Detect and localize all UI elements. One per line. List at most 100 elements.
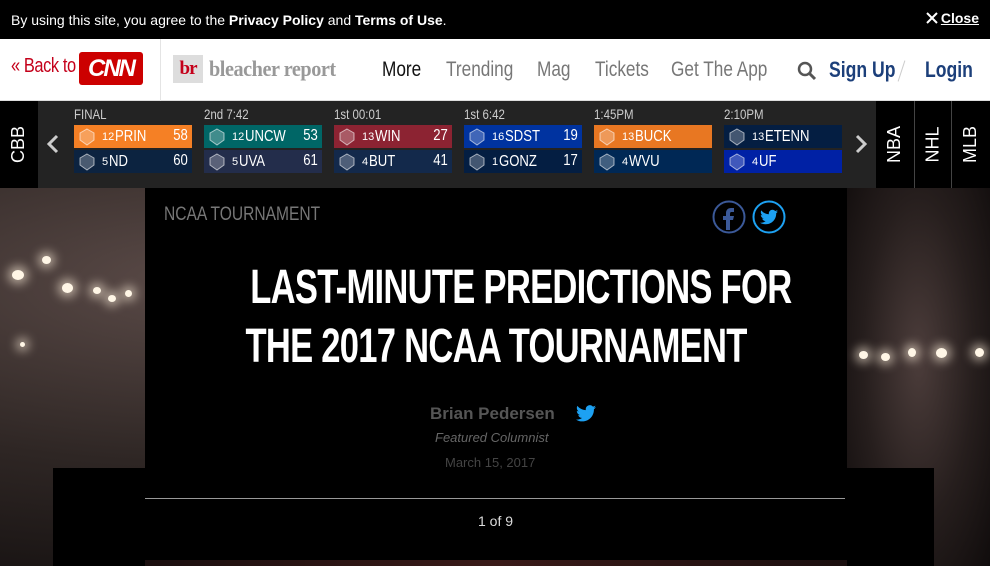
nav-more[interactable]: More xyxy=(382,58,421,82)
search-icon[interactable] xyxy=(797,61,817,81)
team-logo-icon xyxy=(207,127,227,147)
chevron-left-icon[interactable] xyxy=(45,134,61,154)
team-logo-icon xyxy=(207,152,227,172)
cookie-banner: By using this site, you agree to the Pri… xyxy=(0,0,990,39)
nav-get-the-app[interactable]: Get The App xyxy=(671,58,767,82)
score-card[interactable]: 2:10PM 13 ETENN 4 UF xyxy=(724,104,842,175)
team-logo-icon xyxy=(77,152,97,172)
slide-counter: 1 of 9 xyxy=(478,513,514,529)
stadium-light xyxy=(62,283,73,293)
cookie-close-button[interactable]: Close xyxy=(926,10,979,26)
team-name: UF xyxy=(759,152,777,170)
facebook-share-icon[interactable] xyxy=(712,200,746,234)
author-role: Featured Columnist xyxy=(435,430,549,445)
team-score: 19 xyxy=(563,127,578,144)
score-card[interactable]: 1st 00:01 13 WIN 27 4 BUT 41 xyxy=(334,104,452,175)
game-status: 2nd 7:42 xyxy=(204,106,249,122)
stadium-light xyxy=(975,348,984,357)
team-score: 27 xyxy=(433,127,448,144)
twitter-icon[interactable] xyxy=(576,405,596,422)
team-seed: 5 xyxy=(102,155,109,168)
team-row: 16 SDST 19 xyxy=(464,125,582,148)
tab-nba[interactable]: NBA xyxy=(876,101,914,188)
team-logo-icon xyxy=(467,152,487,172)
team-score: 58 xyxy=(173,127,188,144)
team-row: 5 ND 60 xyxy=(74,150,192,173)
team-seed: 12 xyxy=(232,130,245,143)
publish-date: March 15, 2017 xyxy=(445,455,536,470)
team-score: 60 xyxy=(173,152,188,169)
nav-divider xyxy=(160,39,161,101)
team-seed: 12 xyxy=(102,130,115,143)
game-status: 2:10PM xyxy=(724,106,764,122)
team-score: 53 xyxy=(303,127,318,144)
twitter-share-icon[interactable] xyxy=(752,200,786,234)
team-name: SDST xyxy=(505,127,541,145)
nav-slash-divider xyxy=(897,60,906,82)
stadium-light xyxy=(108,295,116,302)
tab-mlb[interactable]: MLB xyxy=(952,101,990,188)
tab-nhl[interactable]: NHL xyxy=(915,101,951,188)
author-name[interactable]: Brian Pedersen xyxy=(430,404,555,424)
team-logo-icon xyxy=(77,127,97,147)
team-row: 5 UVA 61 xyxy=(204,150,322,173)
stadium-light xyxy=(42,256,51,264)
sign-up-button[interactable]: Sign Up xyxy=(829,57,895,83)
bleacher-report-logo[interactable]: br bleacher report xyxy=(173,55,347,83)
stadium-light xyxy=(93,287,101,294)
stadium-light xyxy=(908,348,916,357)
team-name: PRIN xyxy=(115,127,147,145)
team-score: 17 xyxy=(563,152,578,169)
team-seed: 4 xyxy=(622,155,629,168)
team-row: 4 UF xyxy=(724,150,842,173)
article-headline: LAST-MINUTE PREDICTIONS FOR THE 2017 NCA… xyxy=(245,261,792,373)
team-row: 4 WVU xyxy=(594,150,712,173)
nav-trending[interactable]: Trending xyxy=(446,58,513,82)
game-status: 1st 6:42 xyxy=(464,106,505,122)
team-name: GONZ xyxy=(499,152,538,170)
terms-of-use-link[interactable]: Terms of Use xyxy=(355,12,443,28)
back-to-cnn-link[interactable]: « Back to xyxy=(11,55,76,78)
login-button[interactable]: Login xyxy=(925,57,973,83)
nav-tickets[interactable]: Tickets xyxy=(595,58,649,82)
score-card[interactable]: 1:45PM 13 BUCK 4 WVU xyxy=(594,104,712,175)
team-row: 13 WIN 27 xyxy=(334,125,452,148)
team-score: 41 xyxy=(433,152,448,169)
team-seed: 4 xyxy=(752,155,759,168)
team-name: ND xyxy=(109,152,129,170)
team-logo-icon xyxy=(597,127,617,147)
stadium-light xyxy=(12,270,24,280)
cnn-logo[interactable]: CNN xyxy=(79,52,143,85)
team-seed: 13 xyxy=(752,130,765,143)
top-nav: « Back to CNN br bleacher report More Tr… xyxy=(0,39,990,101)
score-card[interactable]: FINAL 12 PRIN 58 5 ND 60 xyxy=(74,104,192,175)
team-seed: 4 xyxy=(362,155,369,168)
chevron-right-icon[interactable] xyxy=(853,134,869,154)
team-score: 61 xyxy=(303,152,318,169)
stadium-light xyxy=(125,290,132,297)
score-card[interactable]: 1st 6:42 16 SDST 19 1 GONZ 17 xyxy=(464,104,582,175)
team-row: 4 BUT 41 xyxy=(334,150,452,173)
stadium-light xyxy=(20,342,25,347)
team-seed: 5 xyxy=(232,155,239,168)
team-name: WIN xyxy=(375,127,401,145)
nav-mag[interactable]: Mag xyxy=(537,58,571,82)
br-wordmark: bleacher report xyxy=(209,56,336,81)
close-icon xyxy=(926,12,938,24)
tab-cbb[interactable]: CBB xyxy=(0,101,38,188)
team-name: BUT xyxy=(369,152,396,170)
team-seed: 13 xyxy=(362,130,375,143)
team-name: BUCK xyxy=(635,127,672,145)
team-seed: 16 xyxy=(492,130,505,143)
stadium-light xyxy=(881,353,890,361)
team-logo-icon xyxy=(727,152,747,172)
team-seed: 1 xyxy=(492,155,499,168)
team-logo-icon xyxy=(597,152,617,172)
score-card[interactable]: 2nd 7:42 12 UNCW 53 5 UVA 61 xyxy=(204,104,322,175)
scoreboard: CBB FINAL 12 PRIN 58 5 ND 60 2nd 7:42 12 UNCW 53 5 U… xyxy=(0,101,990,188)
team-row: 1 GONZ 17 xyxy=(464,150,582,173)
article-category[interactable]: NCAA TOURNAMENT xyxy=(164,204,320,226)
team-row: 12 PRIN 58 xyxy=(74,125,192,148)
privacy-policy-link[interactable]: Privacy Policy xyxy=(229,12,324,28)
stadium-light xyxy=(936,348,947,358)
